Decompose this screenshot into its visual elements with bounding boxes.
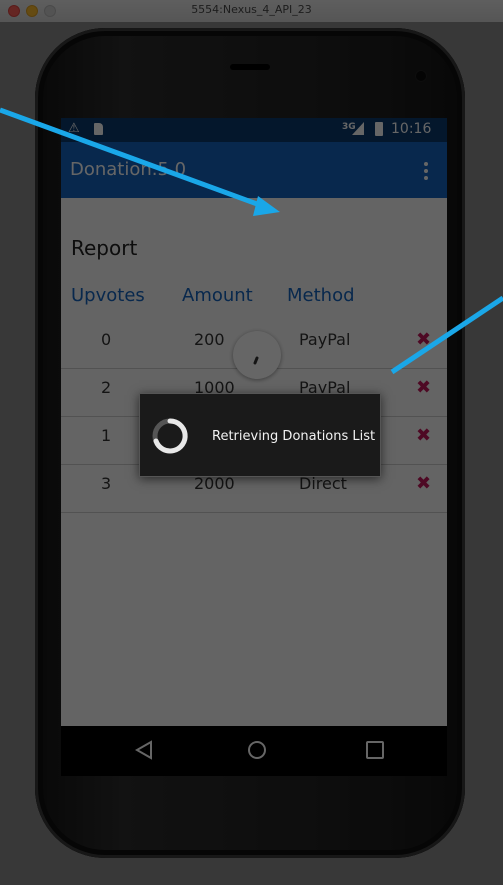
upvotes-cell: 2 [101,378,112,397]
column-header-method: Method [287,285,355,306]
progress-spinner-icon [152,418,188,454]
refresh-spinner [233,331,281,379]
upvotes-cell: 1 [101,426,112,445]
window-title: 5554:Nexus_4_API_23 [191,3,312,16]
window-titlebar: 5554:Nexus_4_API_23 [0,0,503,23]
progress-dialog: Retrieving Donations List [139,393,381,477]
amount-cell: 200 [194,330,225,349]
method-cell: PayPal [299,330,351,349]
app-bar: Donation.5.0 [61,142,447,198]
signal-icon [352,122,364,135]
recents-icon[interactable] [364,739,386,761]
dialog-message: Retrieving Donations List [212,429,376,444]
spinner-icon [253,356,259,365]
report-heading: Report [71,236,138,260]
home-icon[interactable] [246,739,268,761]
delete-icon[interactable]: ✖ [416,473,431,494]
delete-icon[interactable]: ✖ [416,377,431,398]
upvotes-cell: 0 [101,330,112,349]
sdcard-icon [94,123,103,135]
speaker-grille [230,64,270,70]
upvotes-cell: 3 [101,474,112,493]
overflow-menu-icon[interactable] [423,160,429,182]
app-title: Donation.5.0 [70,159,187,180]
navigation-bar [61,726,447,776]
column-header-amount: Amount [182,285,253,306]
status-time: 10:16 [391,121,432,137]
delete-icon[interactable]: ✖ [416,425,431,446]
column-header-upvotes: Upvotes [71,285,145,306]
battery-icon [375,122,383,136]
status-bar: ⚠ 3G 10:16 [61,118,447,142]
delete-icon[interactable]: ✖ [416,329,431,350]
front-camera [415,70,427,82]
back-icon[interactable] [133,739,155,761]
warning-icon: ⚠ [68,121,80,136]
